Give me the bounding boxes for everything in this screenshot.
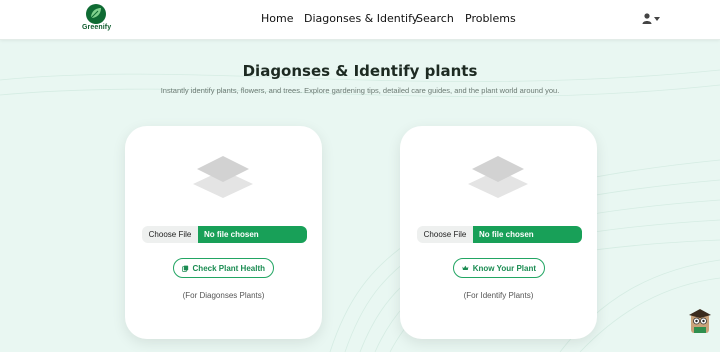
- caret-down-icon: [654, 16, 660, 21]
- choose-file-button[interactable]: Choose File: [417, 226, 473, 243]
- identify-caption: (For Identify Plants): [463, 291, 534, 300]
- crown-icon: [462, 265, 469, 271]
- know-your-plant-button[interactable]: Know Your Plant: [453, 258, 545, 278]
- nav-link-home[interactable]: Home: [261, 12, 293, 25]
- user-icon: [642, 13, 652, 24]
- choose-file-button[interactable]: Choose File: [142, 226, 198, 243]
- diagnose-upload-card: Choose File No file chosen Check Plant H…: [125, 126, 322, 339]
- plant-health-icon: [182, 265, 189, 272]
- user-menu-toggle[interactable]: [642, 13, 660, 24]
- nav-link-problems[interactable]: Problems: [465, 12, 516, 25]
- layers-upload-icon: [468, 156, 528, 198]
- file-input-diagnose[interactable]: Choose File No file chosen: [142, 226, 307, 243]
- nav-links: Home Diagonses & Identify Search Problem…: [0, 0, 720, 40]
- file-input-identify[interactable]: Choose File No file chosen: [417, 226, 582, 243]
- assistant-mascot-icon[interactable]: [688, 308, 712, 334]
- file-status-text: No file chosen: [198, 226, 307, 243]
- nav-link-search[interactable]: Search: [416, 12, 454, 25]
- file-status-text: No file chosen: [473, 226, 582, 243]
- layers-upload-icon: [193, 156, 253, 198]
- identify-upload-card: Choose File No file chosen Know Your Pla…: [400, 126, 597, 339]
- know-your-plant-label: Know Your Plant: [472, 263, 536, 273]
- nav-link-diagnoses-identify[interactable]: Diagonses & Identify: [304, 12, 418, 25]
- diagnose-caption: (For Diagonses Plants): [182, 291, 265, 300]
- page-title: Diagonses & Identify plants: [242, 62, 478, 80]
- check-plant-health-label: Check Plant Health: [192, 263, 265, 273]
- top-navbar: Greenify Home Diagonses & Identify Searc…: [0, 0, 720, 40]
- check-plant-health-button[interactable]: Check Plant Health: [173, 258, 274, 278]
- page-subtitle: Instantly identify plants, flowers, and …: [160, 86, 560, 95]
